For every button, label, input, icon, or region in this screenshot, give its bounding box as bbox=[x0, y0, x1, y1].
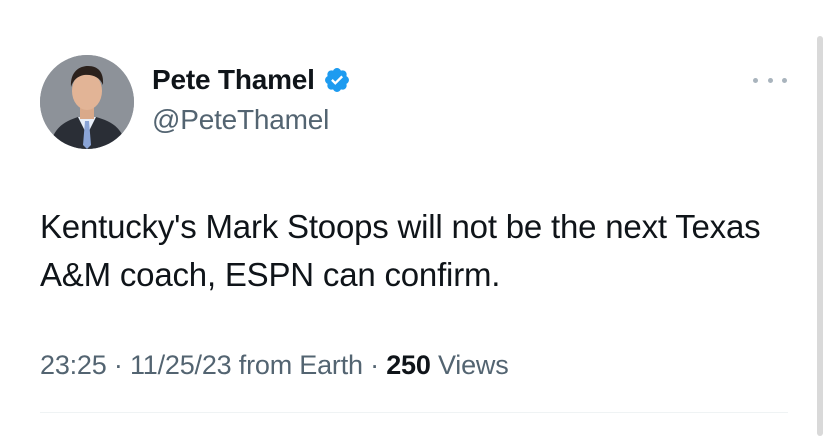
more-options-icon[interactable] bbox=[753, 70, 787, 90]
scrollbar[interactable] bbox=[817, 36, 823, 436]
verified-badge-icon[interactable] bbox=[323, 66, 351, 94]
divider bbox=[40, 412, 788, 413]
tweet-card: Pete Thamel @PeteThamel Kentucky's Mark … bbox=[0, 0, 828, 436]
tweet-time[interactable]: 23:25 bbox=[40, 350, 107, 380]
tweet-date[interactable]: 11/25/23 bbox=[130, 350, 232, 380]
avatar[interactable] bbox=[40, 55, 134, 149]
profile-photo bbox=[40, 55, 134, 149]
more-dot bbox=[753, 77, 758, 83]
views-label[interactable]: Views bbox=[431, 350, 509, 380]
tweet-text: Kentucky's Mark Stoops will not be the n… bbox=[40, 208, 761, 293]
tweet-source: from Earth bbox=[231, 350, 363, 380]
tweet-meta: 23:25 · 11/25/23 from Earth · 250 Views bbox=[40, 350, 509, 381]
display-name[interactable]: Pete Thamel bbox=[152, 64, 315, 96]
author-block: Pete Thamel @PeteThamel bbox=[152, 62, 351, 136]
meta-separator: · bbox=[362, 350, 387, 380]
name-row: Pete Thamel bbox=[152, 62, 351, 98]
user-handle[interactable]: @PeteThamel bbox=[152, 104, 351, 136]
more-dot bbox=[782, 77, 787, 83]
meta-separator: · bbox=[106, 350, 130, 380]
more-dot bbox=[767, 77, 773, 83]
views-count[interactable]: 250 bbox=[386, 350, 431, 380]
